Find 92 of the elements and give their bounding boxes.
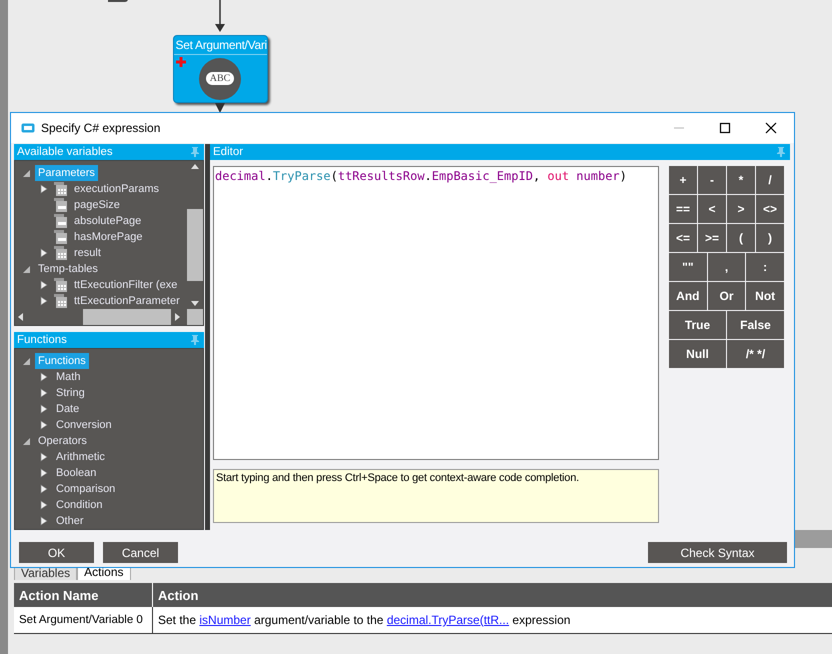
tree-item[interactable]: Temp-tables	[35, 261, 101, 277]
operator-key[interactable]: True	[669, 311, 726, 339]
operator-key[interactable]: )	[756, 224, 784, 252]
expand-icon[interactable]	[39, 296, 49, 306]
operator-key[interactable]: /* */	[727, 340, 784, 368]
table-icon	[53, 245, 68, 261]
plus-icon	[176, 57, 186, 67]
expand-icon[interactable]	[39, 388, 49, 398]
expand-icon[interactable]	[39, 404, 49, 414]
panel-title: Available variables	[17, 146, 113, 158]
tree-item[interactable]: ttExecutionFilter (exe	[71, 277, 180, 293]
expand-icon[interactable]	[39, 420, 49, 430]
operator-key[interactable]: >	[727, 195, 755, 223]
table-icon	[53, 181, 68, 197]
tree-item[interactable]: Conversion	[53, 417, 115, 433]
panel-title: Functions	[17, 334, 67, 346]
tree-item[interactable]: hasMorePage	[71, 229, 146, 245]
operator-key[interactable]: <>	[756, 195, 784, 223]
tree-item[interactable]: String	[53, 385, 88, 401]
check-syntax-button[interactable]: Check Syntax	[648, 542, 787, 563]
scrollbar-corner	[187, 309, 203, 325]
operator-key[interactable]: Null	[669, 340, 726, 368]
tree-item[interactable]: executionParams	[71, 181, 162, 197]
operator-key[interactable]: (	[727, 224, 755, 252]
tree-item[interactable]: pageSize	[71, 197, 123, 213]
expand-icon[interactable]	[39, 372, 49, 382]
field-icon	[53, 229, 68, 245]
tree-item[interactable]: Date	[53, 401, 82, 417]
operator-key[interactable]: False	[727, 311, 784, 339]
operator-key[interactable]: Or	[708, 282, 746, 310]
expand-icon[interactable]	[39, 452, 49, 462]
scrollbar-thumb[interactable]	[83, 309, 171, 325]
expand-icon[interactable]	[39, 484, 49, 494]
collapse-icon[interactable]	[21, 264, 31, 274]
hint-text: Start typing and then press Ctrl+Space to get context-aware code completion.	[216, 472, 579, 484]
operator-key[interactable]: :	[746, 253, 784, 281]
tree-item[interactable]: Condition	[53, 497, 106, 513]
table-cell: Set Argument/Variable 0	[14, 607, 152, 634]
table-icon	[53, 277, 68, 293]
link[interactable]: decimal.TryParse(ttR...	[386, 613, 510, 627]
tree-item[interactable]: Boolean	[53, 465, 100, 481]
operator-key[interactable]: /	[756, 166, 784, 194]
expand-icon[interactable]	[39, 516, 49, 526]
node-title: Set Argument/Vari	[174, 36, 266, 55]
collapse-icon[interactable]	[21, 436, 31, 446]
ok-button[interactable]: OK	[19, 542, 94, 563]
code-line: decimal.TryParse(ttResultsRow.EmpBasic_EmpID, out number)	[215, 169, 627, 183]
operator-key[interactable]: Not	[746, 282, 784, 310]
expand-icon[interactable]	[39, 184, 49, 194]
scrollbar-thumb[interactable]	[187, 209, 203, 281]
expand-icon[interactable]	[39, 248, 49, 258]
tree-item[interactable]: Other	[53, 513, 87, 529]
flow-arrow	[214, 0, 226, 33]
operator-key[interactable]: >=	[698, 224, 726, 252]
tree-item[interactable]: Arithmetic	[53, 449, 108, 465]
collapse-icon[interactable]	[21, 356, 31, 366]
operator-key[interactable]: <=	[669, 224, 697, 252]
expand-icon[interactable]	[39, 500, 49, 510]
column-header: Action Name	[14, 583, 152, 607]
operator-key[interactable]: ""	[669, 253, 707, 281]
tree-item[interactable]: Comparison	[53, 481, 118, 497]
close-icon[interactable]	[765, 122, 777, 134]
operator-key[interactable]: And	[669, 282, 707, 310]
tree-item[interactable]: absolutePage	[71, 213, 144, 229]
cancel-button[interactable]: Cancel	[103, 542, 178, 563]
operator-key[interactable]: +	[669, 166, 697, 194]
code-editor[interactable]: decimal.TryParse(ttResultsRow.EmpBasic_EmpID, out number)	[213, 166, 659, 460]
window-icon	[21, 123, 35, 133]
operator-key[interactable]: <	[698, 195, 726, 223]
panel-title: Editor	[213, 146, 244, 158]
link[interactable]: isNumber	[199, 613, 251, 627]
connector-arrow-icon	[214, 103, 226, 115]
expand-icon[interactable]	[39, 280, 49, 290]
tree-item[interactable]: Math	[53, 369, 84, 385]
operator-key[interactable]: ,	[708, 253, 746, 281]
operator-key[interactable]: *	[727, 166, 755, 194]
tree-item[interactable]: Operators	[35, 433, 90, 449]
tree-item[interactable]: ttExecutionParameter	[71, 293, 183, 309]
window-title: Specify C# expression	[41, 121, 162, 135]
field-icon	[53, 213, 68, 229]
tree-item[interactable]: result	[71, 245, 104, 261]
maximize-icon[interactable]	[719, 122, 731, 134]
table-icon	[53, 293, 68, 309]
field-icon	[53, 197, 68, 213]
operator-key[interactable]: ==	[669, 195, 697, 223]
flow-node[interactable]: Set Argument/Vari ABC	[172, 35, 268, 103]
operator-key[interactable]: -	[698, 166, 726, 194]
icon-label: ABC	[206, 72, 234, 85]
table-cell: Set the isNumber argument/variable to the decimal.TryParse(ttR... expression	[152, 607, 832, 634]
expand-icon[interactable]	[39, 468, 49, 478]
column-header: Action	[152, 583, 832, 607]
collapse-icon[interactable]	[21, 168, 31, 178]
